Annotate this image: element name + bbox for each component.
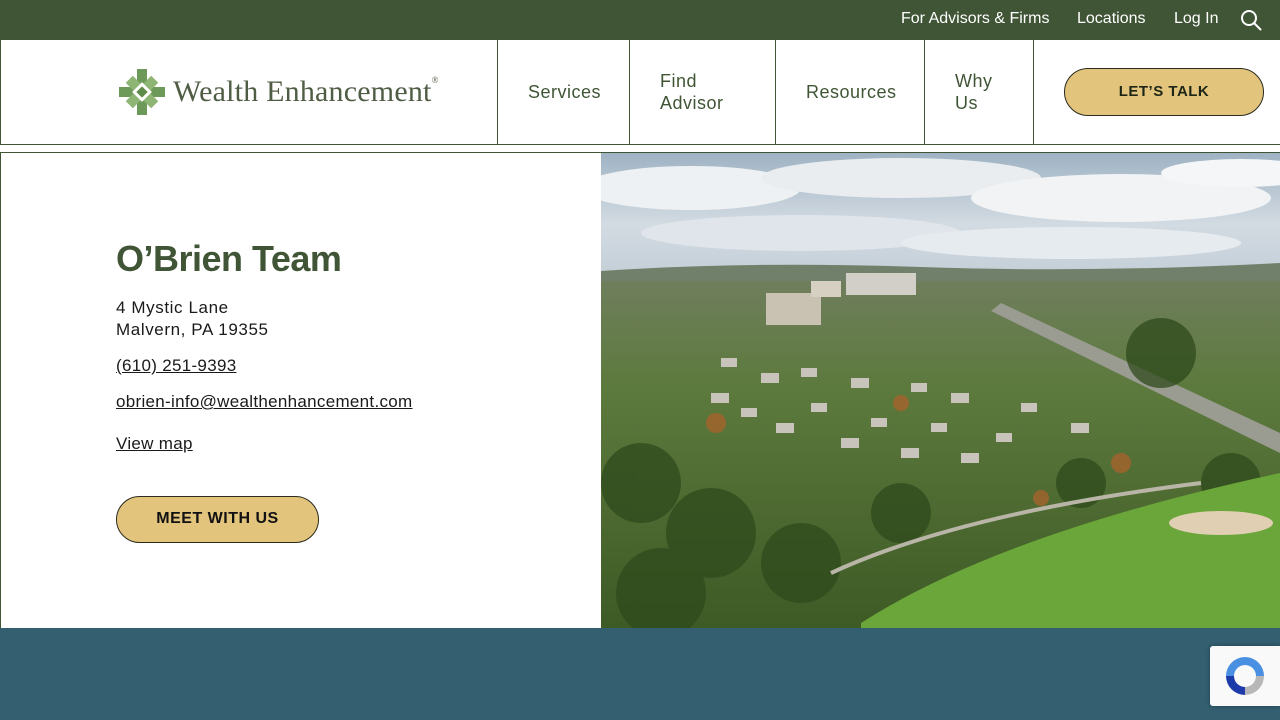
locations-link[interactable]: Locations [1077, 10, 1146, 28]
nav-services-label: Services [528, 82, 602, 102]
registered-mark: ® [431, 75, 439, 85]
recaptcha-icon [1226, 657, 1264, 695]
logo-mark-icon [119, 69, 165, 115]
nav-resources[interactable]: Resources [775, 40, 924, 144]
phone-link[interactable]: (610) 251-9393 [116, 356, 236, 376]
nav-why-us[interactable]: Why Us [924, 40, 1033, 144]
nav-why-us-line2: Us [955, 93, 978, 113]
email-link[interactable]: obrien-info@wealthenhancement.com [116, 392, 412, 412]
utility-bar: For Advisors & Firms Locations Log In [0, 0, 1280, 40]
nav-find-advisor-line2: Advisor [660, 93, 724, 113]
nav-find-advisor-line1: Find [660, 71, 698, 91]
page-title: O’Brien Team [116, 238, 342, 279]
address-line-2: Malvern, PA 19355 [116, 320, 269, 339]
meet-with-us-button[interactable]: MEET WITH US [116, 496, 319, 543]
view-map-link[interactable]: View map [116, 434, 193, 454]
nav-find-advisor[interactable]: Find Advisor [629, 40, 775, 144]
nav-resources-label: Resources [806, 82, 897, 102]
nav-divider [1033, 40, 1034, 144]
recaptcha-badge[interactable] [1210, 646, 1280, 706]
login-link[interactable]: Log In [1174, 10, 1218, 28]
lets-talk-button[interactable]: LET’S TALK [1064, 68, 1264, 116]
footer-band [0, 628, 1280, 720]
site-header: Wealth Enhancement® Services Find Adviso… [0, 40, 1280, 145]
search-icon[interactable] [1240, 9, 1262, 31]
logo-wordmark: Wealth Enhancement [173, 75, 432, 108]
location-details: O’Brien Team 4 Mystic Lane Malvern, PA 1… [0, 153, 601, 628]
logo[interactable]: Wealth Enhancement® [116, 65, 456, 119]
nav-why-us-line1: Why [955, 71, 993, 91]
for-advisors-link[interactable]: For Advisors & Firms [901, 10, 1049, 28]
hero-aerial-image [601, 153, 1280, 628]
address-line-1: 4 Mystic Lane [116, 298, 229, 317]
nav-services[interactable]: Services [497, 40, 629, 144]
